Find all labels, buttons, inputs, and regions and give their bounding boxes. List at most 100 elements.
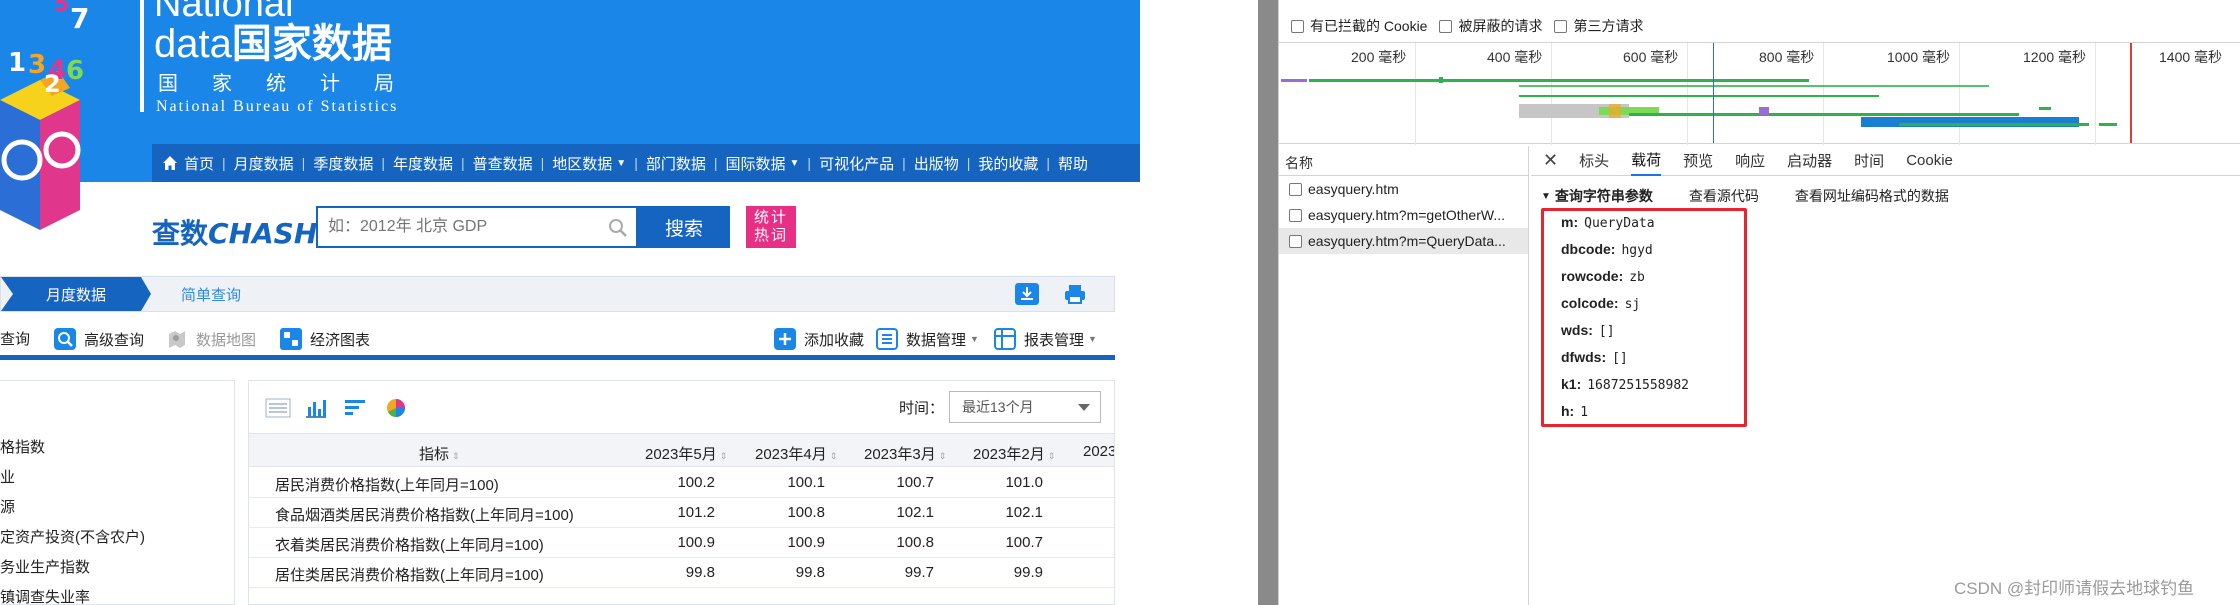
pie-chart-icon[interactable] [383,397,409,419]
filter-blocked-cookies[interactable]: 有已拦截的 Cookie [1291,16,1427,36]
query-link[interactable]: 查询 [0,328,30,349]
chashu-logo: 查数CHASHU [152,217,341,250]
sort-icon: ⇕ [452,451,460,461]
column-month[interactable]: 2023年2月 ⇕ [973,443,1055,464]
data-map-button[interactable]: 数据地图 [166,328,256,350]
nav-visualization[interactable]: 可视化产品 [819,153,894,174]
sort-icon: ⇕ [1047,451,1056,461]
plus-icon [774,328,796,350]
tab-simple-query[interactable]: 简单查询 [151,277,271,311]
tab-preview[interactable]: 预览 [1683,146,1713,176]
time-label: 时间： [899,400,945,417]
nav-monthly[interactable]: 月度数据 [234,153,294,174]
tab-monthly-data[interactable]: 月度数据 [1,277,151,311]
nav-regional[interactable]: 地区数据 ▼ [552,153,626,174]
column-name-header[interactable]: 名称 [1279,146,1528,176]
hot-words-button[interactable]: 统计热词 [746,206,796,248]
chevron-down-icon: ▼ [970,334,979,344]
nav-quarterly[interactable]: 季度数据 [313,153,373,174]
panel-splitter[interactable] [1258,0,1278,605]
network-waterfall-overview[interactable]: 200 毫秒 400 毫秒 600 毫秒 800 毫秒 1000 毫秒 1200… [1279,42,2240,145]
sort-icon: ⇕ [938,451,947,461]
breadcrumb: 月度数据 简单查询 [0,276,1115,312]
cell: 100.2 [677,474,715,491]
cell: 101.2 [677,504,715,521]
table-view-icon[interactable] [265,397,291,419]
tab-payload[interactable]: 载荷 [1631,146,1662,176]
request-row-selected[interactable]: easyquery.htm?m=QueryData... [1279,228,1528,254]
economic-chart-button[interactable]: 经济图表 [280,328,370,350]
column-month[interactable]: 2023年5月 ⇕ [645,443,727,464]
logo-digits: 5 7 1 3 4 2 6 [8,0,90,98]
advanced-query-button[interactable]: 高级查询 [54,328,144,350]
time-range-select[interactable]: 最近13个月 [949,391,1101,423]
cell: 100.8 [896,534,934,551]
checkbox[interactable] [1291,19,1304,33]
request-row[interactable]: easyquery.htm?m=getOtherW... [1279,202,1528,228]
bar-chart-icon[interactable] [303,397,329,419]
triangle-down-icon[interactable]: ▼ [1541,191,1551,202]
tab-timing[interactable]: 时间 [1854,146,1884,176]
table-row: 居民消费价格指数(上年同月=100) 100.2 100.1 100.7 101… [249,468,1114,498]
filter-third-party[interactable]: 第三方请求 [1554,16,1643,36]
search-icon[interactable] [608,218,628,238]
tree-item[interactable]: 务业生产指数 [0,556,90,577]
chevron-down-icon: ▼ [1088,334,1097,344]
cell: 102.1 [896,504,934,521]
tree-item[interactable]: 源 [0,496,15,517]
tree-item[interactable]: 定资产投资(不含农户) [0,526,145,547]
row-indicator-name: 食品烟酒类居民消费价格指数(上年同月=100) [275,507,574,524]
nav-favorites[interactable]: 我的收藏 [978,153,1038,174]
waterfall-bars [1281,43,2132,143]
sort-icon: ⇕ [719,451,728,461]
tree-item[interactable]: 业 [0,466,15,487]
nav-census[interactable]: 普查数据 [473,153,533,174]
list-icon [876,328,898,350]
nav-home[interactable]: 首页 [162,153,214,174]
cell: 101.0 [1005,474,1043,491]
column-month[interactable]: 2023 [1083,443,1114,460]
filter-blocked-requests[interactable]: 被屏蔽的请求 [1439,16,1542,36]
print-icon[interactable] [1063,283,1087,305]
close-icon[interactable]: ✕ [1543,150,1558,171]
view-url-encoded-link[interactable]: 查看网址编码格式的数据 [1795,186,1949,206]
report-management-menu[interactable]: 报表管理 ▼ [994,328,1097,350]
logo-bureau-en: National Bureau of Statistics [156,98,399,115]
nav-department[interactable]: 部门数据 [646,153,706,174]
add-favorite-button[interactable]: 添加收藏 [774,328,864,350]
horizontal-bar-icon[interactable] [343,397,369,419]
tree-item[interactable]: 格指数 [0,436,45,457]
column-indicator[interactable]: 指标 ⇕ [419,443,460,464]
nav-help[interactable]: 帮助 [1058,153,1088,174]
column-month[interactable]: 2023年4月 ⇕ [755,443,837,464]
checkbox[interactable] [1554,19,1568,33]
tab-response[interactable]: 响应 [1735,146,1765,176]
home-icon [163,156,177,170]
checkbox[interactable] [1439,19,1453,33]
view-source-link[interactable]: 查看源代码 [1689,186,1759,206]
tab-initiator[interactable]: 启动器 [1787,146,1832,176]
tab-headers[interactable]: 标头 [1579,146,1609,176]
table-row: 食品烟酒类居民消费价格指数(上年同月=100) 101.2 100.8 102.… [249,498,1114,528]
cell: 100.8 [787,504,825,521]
nav-publications[interactable]: 出版物 [914,153,959,174]
nav-international[interactable]: 国际数据 ▼ [726,153,800,174]
search-button[interactable]: 搜索 [638,206,730,248]
tree-item[interactable]: 镇调查失业率 [0,586,90,605]
row-indicator-name: 居住类居民消费价格指数(上年同月=100) [275,567,544,584]
request-row[interactable]: easyquery.htm [1279,176,1528,202]
table-header: 指标 ⇕ 2023年5月 ⇕ 2023年4月 ⇕ 2023年3月 ⇕ 2023年2月 ⇕ … [249,433,1114,467]
search-input[interactable] [318,208,588,246]
file-icon [1289,208,1302,222]
section-title[interactable]: 查询字符串参数 [1555,186,1653,206]
cell: 100.1 [787,474,825,491]
data-management-menu[interactable]: 数据管理 ▼ [876,328,979,350]
tab-cookies[interactable]: Cookie [1906,146,1953,176]
column-month[interactable]: 2023年3月 ⇕ [864,443,946,464]
nav-annual[interactable]: 年度数据 [393,153,453,174]
table-row: 衣着类居民消费价格指数(上年同月=100) 100.9 100.9 100.8 … [249,528,1114,558]
download-icon[interactable] [1015,283,1039,305]
magnifier-icon [54,328,76,350]
request-list: 名称 easyquery.htm easyquery.htm?m=getOthe… [1279,146,1529,605]
chevron-down-icon [1078,404,1090,411]
